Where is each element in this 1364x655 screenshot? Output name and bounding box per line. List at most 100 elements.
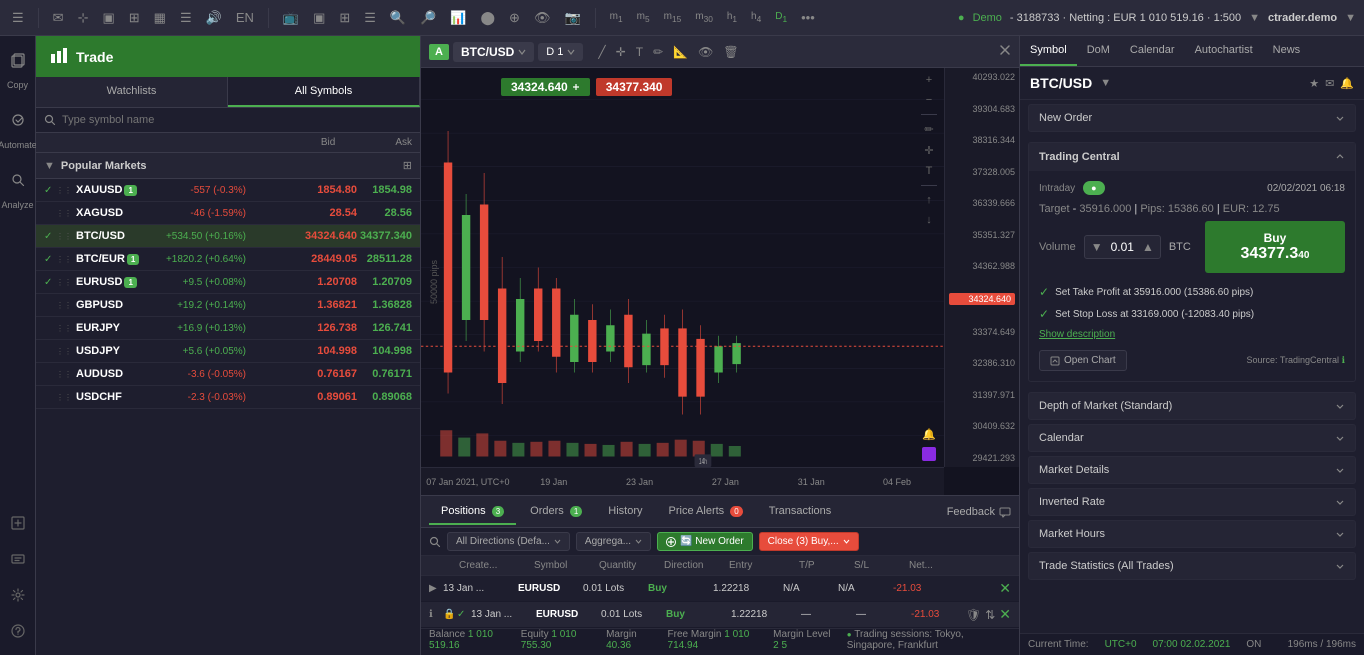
open-chart-button[interactable]: Open Chart: [1039, 350, 1127, 371]
h4-btn[interactable]: h4: [747, 9, 765, 26]
chart-timeframe-selector[interactable]: D 1: [538, 43, 583, 61]
tab-symbol[interactable]: Symbol: [1020, 36, 1077, 66]
bell-icon[interactable]: 🔔: [1340, 77, 1354, 90]
tp-check-icon[interactable]: ✓: [1039, 285, 1049, 299]
depth-market-header[interactable]: Depth of Market (Standard): [1028, 392, 1356, 420]
color-box-tool[interactable]: [922, 447, 936, 461]
circle-icon[interactable]: ⬤: [476, 8, 499, 28]
zoom-out-tool[interactable]: −: [924, 92, 934, 108]
calendar-header[interactable]: Calendar: [1028, 424, 1356, 452]
square-icon[interactable]: ▣: [309, 8, 329, 28]
tab-history[interactable]: History: [596, 499, 654, 525]
sl-check-icon[interactable]: ✓: [1039, 307, 1049, 321]
volume-icon[interactable]: 🔊: [202, 8, 226, 28]
search2-icon[interactable]: 🔎: [416, 8, 440, 28]
directions-filter[interactable]: All Directions (Defa...: [447, 532, 570, 551]
more-icon[interactable]: •••: [797, 8, 819, 27]
feedback-button[interactable]: Feedback: [947, 506, 1011, 518]
trade-statistics-header[interactable]: Trade Statistics (All Trades): [1028, 552, 1356, 580]
m5-btn[interactable]: m5: [633, 9, 654, 26]
market-details-header[interactable]: Market Details: [1028, 456, 1356, 484]
tab-positions[interactable]: Positions 3: [429, 499, 516, 525]
account-dropdown[interactable]: ▼: [1249, 12, 1260, 24]
crosshair-tool[interactable]: ✛: [922, 142, 935, 159]
volume-up-btn[interactable]: ▲: [1142, 240, 1154, 254]
zoom-in-tool[interactable]: +: [924, 72, 934, 88]
eye-icon[interactable]: 👁: [530, 8, 555, 28]
grid-toggle-icon[interactable]: ⊞: [403, 159, 412, 172]
inverted-rate-header[interactable]: Inverted Rate: [1028, 488, 1356, 516]
nav-bottom-2[interactable]: [2, 543, 34, 575]
pen-tool-icon[interactable]: ✏: [650, 43, 666, 61]
chart-icon-1[interactable]: ▣: [98, 8, 118, 28]
popular-markets-header[interactable]: ▼ Popular Markets ⊞: [36, 153, 420, 179]
tab-calendar[interactable]: Calendar: [1120, 36, 1185, 66]
chart-symbol-selector[interactable]: BTC/USD: [453, 42, 534, 62]
symbol-row[interactable]: ⋮⋮GBPUSD+19.2 (+0.14%)1.368211.36828: [36, 294, 420, 317]
down-arrow-tool[interactable]: ↓: [924, 212, 934, 228]
tab-all-symbols[interactable]: All Symbols: [228, 77, 420, 107]
m30-btn[interactable]: m30: [691, 9, 717, 26]
nav-bottom-1[interactable]: [2, 507, 34, 539]
tab-price-alerts[interactable]: Price Alerts 0: [657, 499, 755, 525]
market-hours-header[interactable]: Market Hours: [1028, 520, 1356, 548]
table-row[interactable]: ℹ 🔒 ✓ 13 Jan ... EURUSD 0.01 Lots Buy 1.…: [421, 602, 1019, 628]
nav-settings[interactable]: [2, 579, 34, 611]
up-arrow-tool[interactable]: ↑: [924, 192, 934, 208]
symbol-row[interactable]: ⋮⋮USDJPY+5.6 (+0.05%)104.998104.998: [36, 340, 420, 363]
symbol-row[interactable]: ⋮⋮EURJPY+16.9 (+0.13%)126.738126.741: [36, 317, 420, 340]
line-tool-icon[interactable]: ╱: [595, 43, 608, 61]
plus-icon[interactable]: ⊕: [505, 8, 524, 28]
hamburger-menu[interactable]: ☰: [8, 8, 28, 28]
symbol-row[interactable]: ✓⋮⋮BTC/EUR1+1820.2 (+0.64%)28449.0528511…: [36, 248, 420, 271]
eye2-icon[interactable]: 👁: [695, 43, 716, 61]
nav-copy[interactable]: [2, 44, 34, 76]
row2-reverse-btn[interactable]: ⇅: [985, 608, 995, 622]
symbol-row[interactable]: ✓⋮⋮EURUSD1+9.5 (+0.08%)1.207081.20709: [36, 271, 420, 294]
alert-mail-icon[interactable]: ✉: [1325, 77, 1334, 90]
search-input[interactable]: [62, 114, 412, 126]
monitor-icon[interactable]: 📺: [279, 8, 303, 28]
grid-icon[interactable]: ⊞: [335, 8, 354, 28]
row1-close-btn[interactable]: ✕: [999, 580, 1011, 597]
chart-icon-3[interactable]: ▦: [150, 8, 170, 28]
tab-orders[interactable]: Orders 1: [518, 499, 594, 525]
row2-close-btn[interactable]: ✕: [999, 606, 1011, 623]
list-icon[interactable]: ☰: [360, 8, 380, 28]
chart-close-btn[interactable]: [999, 44, 1011, 59]
tab-transactions[interactable]: Transactions: [757, 499, 844, 525]
row-expand-icon[interactable]: ▶: [429, 583, 443, 594]
chart-icon-2[interactable]: ⊞: [125, 8, 144, 28]
nav-analyze[interactable]: [2, 164, 34, 196]
nav-help[interactable]: [2, 615, 34, 647]
watchlist-star-icon[interactable]: ★: [1309, 77, 1319, 90]
symbol-dropdown-icon[interactable]: ▼: [1100, 77, 1111, 89]
trading-central-header[interactable]: Trading Central: [1029, 143, 1355, 171]
tab-dom[interactable]: DoM: [1077, 36, 1120, 66]
search-positions-icon[interactable]: [429, 536, 441, 548]
text-tool[interactable]: T: [924, 163, 935, 179]
username-dropdown[interactable]: ▼: [1345, 12, 1356, 24]
lang-icon[interactable]: EN: [232, 8, 258, 27]
symbol-row[interactable]: ✓⋮⋮BTC/USD+534.50 (+0.16%)34324.64034377…: [36, 225, 420, 248]
aggregate-filter[interactable]: Aggrega...: [576, 532, 651, 551]
h1-btn[interactable]: h1: [723, 9, 741, 26]
bar-chart-icon[interactable]: 📊: [446, 8, 470, 28]
mouse-icon[interactable]: ⊹: [74, 8, 93, 28]
buy-button[interactable]: Buy 34377.340: [1205, 221, 1345, 273]
chart-icon-4[interactable]: ☰: [176, 8, 196, 28]
symbol-row[interactable]: ✓⋮⋮XAUUSD1-557 (-0.3%)1854.801854.98: [36, 179, 420, 202]
notification-tool[interactable]: 🔔: [920, 426, 938, 443]
new-order-button[interactable]: 🔄 New Order: [657, 532, 753, 551]
trash-icon[interactable]: 🗑: [720, 43, 741, 61]
close-positions-button[interactable]: Close (3) Buy,...: [759, 532, 859, 551]
show-description-link[interactable]: Show description: [1039, 325, 1345, 344]
new-order-header[interactable]: New Order: [1028, 104, 1356, 132]
ruler-icon[interactable]: 📐: [670, 43, 691, 61]
row2-protect-btn[interactable]: 🛡: [966, 608, 981, 622]
symbol-row[interactable]: ⋮⋮XAGUSD-46 (-1.59%)28.5428.56: [36, 202, 420, 225]
m15-btn[interactable]: m15: [660, 9, 686, 26]
symbol-row[interactable]: ⋮⋮USDCHF-2.3 (-0.03%)0.890610.89068: [36, 386, 420, 409]
tab-news[interactable]: News: [1263, 36, 1311, 66]
m1-btn[interactable]: m1: [606, 9, 627, 26]
